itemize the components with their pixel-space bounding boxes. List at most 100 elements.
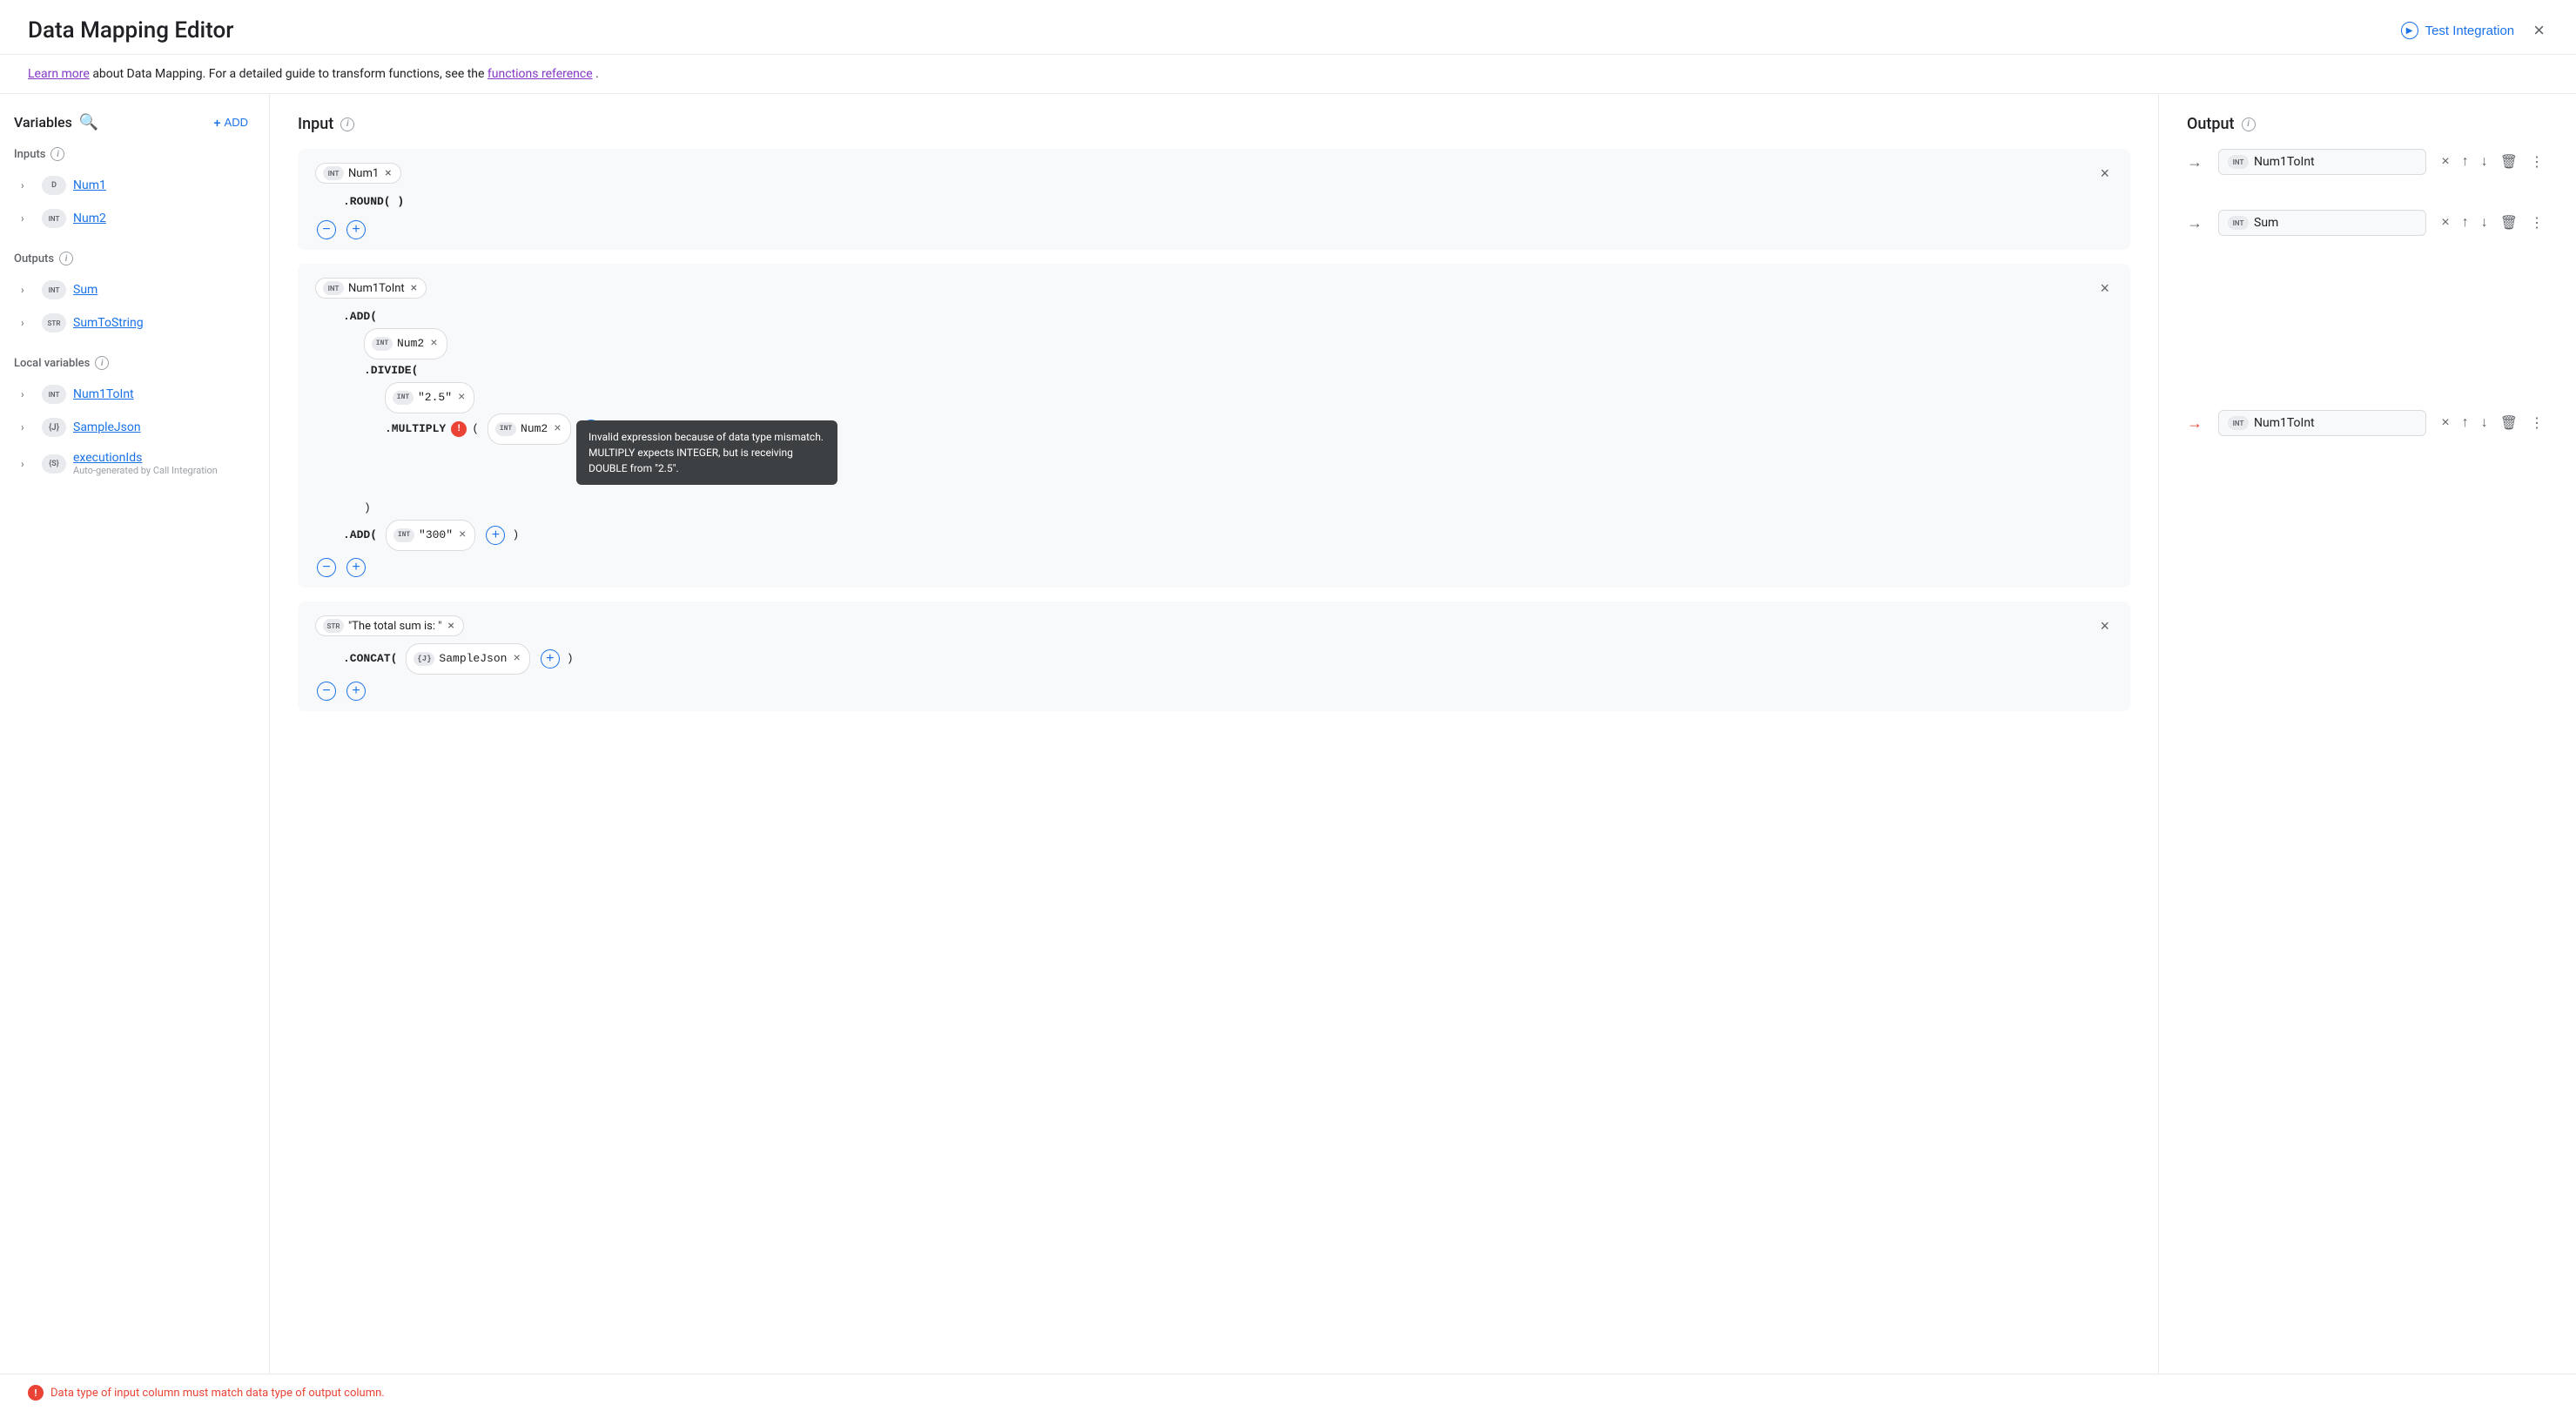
input-section-info-icon[interactable]: i xyxy=(340,118,354,131)
add2-plus-button[interactable]: + xyxy=(486,526,505,545)
page-header: Data Mapping Editor ▶ Test Integration × xyxy=(0,0,2576,55)
card-totalsumis-close-button[interactable]: × xyxy=(2096,617,2113,635)
output-chip-num1toint-error: INT Num1ToInt xyxy=(2218,410,2426,436)
search-button[interactable]: 🔍 xyxy=(77,111,100,133)
card-num1-minus-button[interactable]: − xyxy=(317,220,336,239)
chip-num2-multiply[interactable]: INT Num2 × xyxy=(488,413,571,445)
sidebar-item-samplejson[interactable]: › {J} SampleJson xyxy=(14,412,255,443)
var-name-num1toint[interactable]: Num1ToInt xyxy=(73,387,134,401)
sidebar-item-num1[interactable]: › D Num1 xyxy=(14,170,255,201)
card-totalsumis-minus-button[interactable]: − xyxy=(317,682,336,701)
bottom-error-text: Data type of input column must match dat… xyxy=(50,1387,385,1400)
code-add-open: .ADD( xyxy=(343,306,2113,328)
chip-num1toint[interactable]: INT Num1ToInt × xyxy=(315,278,427,299)
out1-more-button[interactable]: ⋮ xyxy=(2526,151,2548,173)
out1-up-button[interactable]: ↑ xyxy=(2458,151,2473,172)
out1-delete-button[interactable]: 🗑 xyxy=(2496,151,2522,173)
card-totalsumis-plus-button[interactable]: + xyxy=(346,682,366,701)
close-button[interactable]: × xyxy=(2530,16,2548,45)
out3-down-button[interactable]: ↓ xyxy=(2477,413,2492,433)
chevron-sumtostring-icon: › xyxy=(21,317,35,329)
sidebar-item-sumtostring[interactable]: › STR SumToString xyxy=(14,307,255,339)
sidebar: Variables 🔍 + ADD Inputs i › D Num1 › IN… xyxy=(0,94,270,1405)
chip-num1[interactable]: INT Num1 × xyxy=(315,163,401,184)
test-integration-button[interactable]: ▶ Test Integration xyxy=(2401,22,2515,39)
output-section-info-icon[interactable]: i xyxy=(2242,118,2256,131)
code-25-chip-line: INT "2.5" × xyxy=(385,382,2113,413)
sidebar-item-num2[interactable]: › INT Num2 xyxy=(14,203,255,234)
chip-samplejson-inline-close[interactable]: × xyxy=(513,647,520,671)
out3-more-button[interactable]: ⋮ xyxy=(2526,412,2548,434)
sidebar-item-num1toint[interactable]: › INT Num1ToInt xyxy=(14,379,255,410)
code-divide-open: .DIVIDE( xyxy=(364,359,2113,382)
card-num1toint-plus-button[interactable]: + xyxy=(346,558,366,577)
type-badge-j: {J} xyxy=(42,418,66,437)
out1-close-button[interactable]: × xyxy=(2437,151,2453,172)
inputs-info-icon[interactable]: i xyxy=(50,147,64,161)
var-name-sum[interactable]: Sum xyxy=(73,283,98,297)
card-num1-actions: − + xyxy=(315,220,2113,239)
output-chip-sum: INT Sum xyxy=(2218,210,2426,236)
chip-300-close[interactable]: × xyxy=(459,523,466,548)
local-vars-info-icon[interactable]: i xyxy=(95,356,109,370)
card-num1toint-close-button[interactable]: × xyxy=(2096,279,2113,298)
out1-down-button[interactable]: ↓ xyxy=(2477,151,2492,172)
card-num1-plus-button[interactable]: + xyxy=(346,220,366,239)
chip-num2-inline[interactable]: INT Num2 × xyxy=(364,328,447,359)
out2-up-button[interactable]: ↑ xyxy=(2458,212,2473,233)
card-num1toint-actions: − + xyxy=(315,558,2113,577)
type-badge-int-num1toint: INT xyxy=(42,385,66,404)
card-num1toint-minus-button[interactable]: − xyxy=(317,558,336,577)
out3-delete-button[interactable]: 🗑 xyxy=(2496,412,2522,434)
type-badge-str: STR xyxy=(42,313,66,333)
out2-down-button[interactable]: ↓ xyxy=(2477,212,2492,233)
out2-close-button[interactable]: × xyxy=(2437,212,2453,233)
var-name-num2[interactable]: Num2 xyxy=(73,212,106,225)
chevron-samplejson-icon: › xyxy=(21,421,35,433)
sidebar-item-executionids[interactable]: › {S} executionIds Auto-generated by Cal… xyxy=(14,445,255,482)
multiply-plus-button[interactable]: + xyxy=(582,420,601,439)
sidebar-header-row: Variables 🔍 + ADD xyxy=(14,111,255,133)
out2-delete-button[interactable]: 🗑 xyxy=(2496,212,2522,234)
var-name-executionids[interactable]: executionIds xyxy=(73,451,142,465)
chip-num1-close[interactable]: × xyxy=(385,166,391,180)
learn-more-link[interactable]: Learn more xyxy=(28,67,90,81)
type-badge-s: {S} xyxy=(42,454,66,474)
sidebar-header-left: Variables 🔍 xyxy=(14,111,100,133)
add-variable-button[interactable]: + ADD xyxy=(206,112,255,133)
functions-reference-link[interactable]: functions reference xyxy=(488,67,593,81)
chip-num1toint-close[interactable]: × xyxy=(411,281,417,295)
center-panel: Input i INT Num1 × × .ROUND( ) − + xyxy=(270,94,2158,1405)
output-section-title: Output i xyxy=(2187,115,2548,133)
var-name-samplejson[interactable]: SampleJson xyxy=(73,420,141,434)
chip-totalsumis-close[interactable]: × xyxy=(447,619,454,633)
card-num1-close-button[interactable]: × xyxy=(2096,165,2113,183)
card-header-num1: INT Num1 × × xyxy=(315,163,2113,184)
card-totalsumis-actions: − + xyxy=(315,682,2113,701)
concat-plus-button[interactable]: + xyxy=(541,649,560,669)
chip-300-inline[interactable]: INT "300" × xyxy=(386,520,475,551)
outputs-info-icon[interactable]: i xyxy=(59,252,73,265)
code-add2-line: .ADD( INT "300" × + ) xyxy=(343,520,2113,551)
var-name-sumtostring[interactable]: SumToString xyxy=(73,316,144,330)
chip-totalsumis[interactable]: STR "The total sum is: " × xyxy=(315,615,464,636)
card-header-totalsumis: STR "The total sum is: " × × xyxy=(315,615,2113,636)
output-actions-3: × ↑ ↓ 🗑 ⋮ xyxy=(2437,412,2548,434)
var-name-num1[interactable]: Num1 xyxy=(73,178,106,192)
code-num2-chip-line: INT Num2 × xyxy=(364,328,2113,359)
out2-more-button[interactable]: ⋮ xyxy=(2526,212,2548,234)
type-badge-int-sum: INT xyxy=(42,280,66,299)
chip-25-inline[interactable]: INT "2.5" × xyxy=(385,382,474,413)
out3-close-button[interactable]: × xyxy=(2437,413,2453,433)
bottom-error-bar: ! Data type of input column must match d… xyxy=(0,1374,2576,1411)
output-row-sum: → INT Sum × ↑ ↓ 🗑 ⋮ xyxy=(2187,210,2548,236)
sidebar-item-sum[interactable]: › INT Sum xyxy=(14,274,255,306)
chip-num2-multiply-close[interactable]: × xyxy=(554,417,561,441)
chip-25-inline-close[interactable]: × xyxy=(458,386,465,410)
bottom-error-icon: ! xyxy=(28,1385,44,1401)
page-title: Data Mapping Editor xyxy=(28,17,233,44)
chevron-sum-icon: › xyxy=(21,284,35,296)
out3-up-button[interactable]: ↑ xyxy=(2458,413,2473,433)
chip-num2-inline-close[interactable]: × xyxy=(430,332,437,356)
chip-samplejson-inline[interactable]: {J} SampleJson × xyxy=(406,643,529,675)
